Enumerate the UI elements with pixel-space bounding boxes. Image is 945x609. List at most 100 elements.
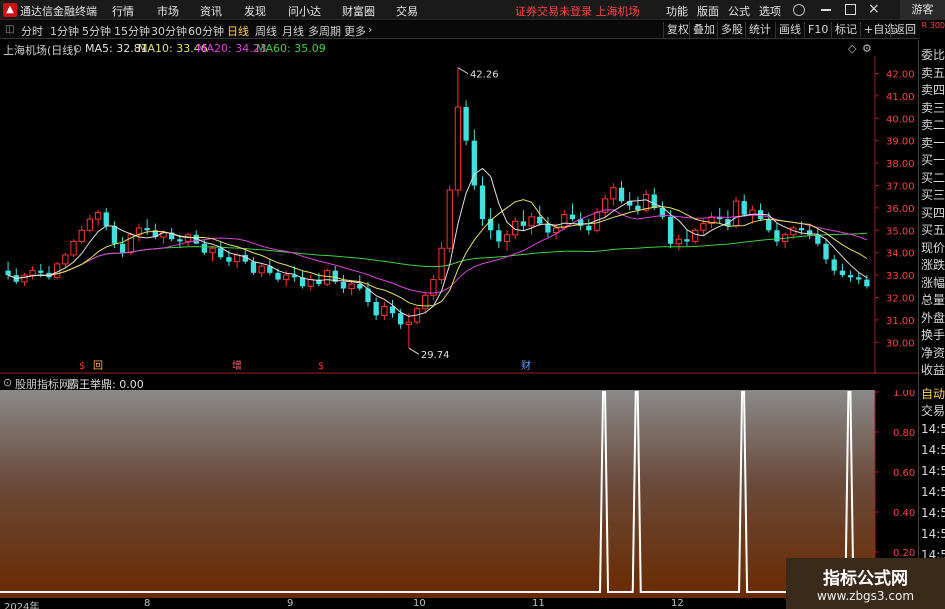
y-tick-label-3: 39.00 bbox=[886, 137, 915, 148]
overlay-button[interactable]: 叠加 bbox=[689, 22, 718, 38]
menu-market[interactable]: 市场 bbox=[157, 3, 179, 19]
candle-body-56 bbox=[463, 107, 469, 141]
candle-body-77 bbox=[635, 205, 641, 211]
sidebar-item-10[interactable]: 买五 bbox=[921, 221, 945, 238]
period-30min[interactable]: 30分钟 bbox=[151, 23, 187, 39]
sidebar-item-18[interactable]: 收益 bbox=[921, 361, 945, 378]
period-monthly[interactable]: 月线 bbox=[282, 23, 304, 39]
close-icon[interactable]: × bbox=[868, 1, 880, 17]
period-more[interactable]: 更多 bbox=[344, 23, 366, 39]
trade-login-notice[interactable]: 证券交易未登录 上海机场 bbox=[515, 3, 640, 19]
sidebar-item-8[interactable]: 买三 bbox=[921, 186, 945, 203]
minimize-icon[interactable] bbox=[821, 9, 831, 11]
indicator-chart[interactable]: 1.000.800.600.400.20 bbox=[0, 390, 918, 598]
candle-body-103 bbox=[847, 275, 854, 278]
sidebar-auto[interactable]: 自动 bbox=[921, 385, 945, 402]
candle-body-4 bbox=[38, 270, 44, 273]
draw-line-button[interactable]: 画线 bbox=[775, 22, 804, 38]
stats-button[interactable]: 统计 bbox=[745, 22, 774, 38]
candle-body-10 bbox=[86, 218, 94, 231]
menu-ask[interactable]: 问小达 bbox=[288, 3, 321, 19]
sidebar-item-4[interactable]: 卖二 bbox=[921, 116, 945, 133]
sidebar-item-6[interactable]: 买一 bbox=[921, 151, 945, 168]
sidebar-item-12[interactable]: 涨跌 bbox=[921, 256, 945, 273]
sidebar-item-17[interactable]: 净资 bbox=[921, 344, 945, 361]
ind-tick-label-1: 0.80 bbox=[893, 428, 915, 439]
menu-trade[interactable]: 交易 bbox=[396, 3, 418, 19]
indicator-toggle-icon[interactable]: ⊙ bbox=[3, 376, 12, 389]
candle-body-100 bbox=[823, 243, 829, 260]
main-chart-bg bbox=[0, 56, 918, 374]
diamond-icon[interactable]: ◇ bbox=[848, 42, 856, 55]
ma60-label: MA60: 35.09 bbox=[256, 42, 326, 55]
ma-toggle-icon[interactable]: ⊙ bbox=[73, 42, 82, 55]
period-60min[interactable]: 60分钟 bbox=[188, 23, 224, 39]
sidebar-time-3[interactable]: 14:56 bbox=[921, 485, 945, 499]
formula-button[interactable]: 公式 bbox=[728, 3, 750, 19]
multi-stock-button[interactable]: 多股 bbox=[717, 22, 746, 38]
toolbar-collapse-icon[interactable]: ◫ bbox=[5, 24, 14, 35]
sidebar-item-16[interactable]: 换手 bbox=[921, 326, 945, 343]
sidebar-item-1[interactable]: 卖五 bbox=[921, 64, 945, 81]
candle-body-55 bbox=[454, 106, 462, 191]
period-weekly[interactable]: 周线 bbox=[255, 23, 277, 39]
candle-body-3 bbox=[29, 270, 36, 276]
candle-body-41 bbox=[340, 281, 347, 289]
layout-button[interactable]: 版面 bbox=[697, 3, 719, 19]
candle-body-83 bbox=[684, 239, 690, 242]
refresh-icon[interactable] bbox=[793, 4, 805, 16]
period-5min[interactable]: 5分钟 bbox=[82, 23, 111, 39]
sidebar-item-13[interactable]: 涨幅 bbox=[921, 274, 945, 291]
sidebar-item-9[interactable]: 买四 bbox=[921, 204, 945, 221]
candle-body-79 bbox=[651, 194, 657, 208]
sidebar-time-5[interactable]: 14:56 bbox=[921, 527, 945, 541]
sidebar-item-7[interactable]: 买二 bbox=[921, 169, 945, 186]
sidebar-time-4[interactable]: 14:56 bbox=[921, 506, 945, 520]
period-multi[interactable]: 多周期 bbox=[308, 23, 341, 39]
sidebar-item-3[interactable]: 卖三 bbox=[921, 99, 945, 116]
function-button[interactable]: 功能 bbox=[666, 3, 688, 19]
sidebar-item-2[interactable]: 卖四 bbox=[921, 81, 945, 98]
period-1min[interactable]: 1分钟 bbox=[50, 23, 79, 39]
candle-body-99 bbox=[815, 234, 821, 244]
title-bar: ▲ 通达信金融终端 行情 市场 资讯 发现 问小达 财富圈 交易 证券交易未登录… bbox=[0, 0, 945, 20]
event-marker-1: 回 bbox=[93, 360, 103, 372]
adjust-button[interactable]: 复权 bbox=[663, 22, 692, 38]
y-tick-label-2: 40.00 bbox=[886, 114, 915, 125]
sidebar-item-5[interactable]: 卖一 bbox=[921, 134, 945, 151]
sidebar-item-15[interactable]: 外盘 bbox=[921, 309, 945, 326]
candle-body-88 bbox=[725, 219, 731, 226]
sidebar-trade[interactable]: 交易 bbox=[921, 402, 945, 419]
candle-body-74 bbox=[610, 187, 617, 200]
candle-body-94 bbox=[774, 230, 780, 242]
sidebar-time-1[interactable]: 14:56 bbox=[921, 443, 945, 457]
candle-body-17 bbox=[144, 228, 150, 231]
sidebar-time-0[interactable]: 14:56 bbox=[921, 422, 945, 436]
period-daily[interactable]: 日线 bbox=[227, 23, 249, 39]
sidebar-item-14[interactable]: 总量 bbox=[921, 291, 945, 308]
period-intraday[interactable]: 分时 bbox=[21, 23, 43, 39]
candle-body-8 bbox=[70, 240, 77, 256]
candle-body-93 bbox=[766, 219, 772, 231]
mark-button[interactable]: 标记 bbox=[831, 22, 860, 38]
f10-button[interactable]: F10 bbox=[804, 22, 831, 38]
candlestick-chart[interactable]: 42.00 41.00 40.00 39.00 38.00 37.00 36.00 35.00… bbox=[0, 56, 918, 374]
sidebar-item-11[interactable]: 现价 bbox=[921, 239, 945, 256]
menu-wealth[interactable]: 财富圈 bbox=[342, 3, 375, 19]
menu-news[interactable]: 资讯 bbox=[200, 3, 222, 19]
guest-button[interactable]: 游客 bbox=[900, 0, 945, 20]
period-toolbar: ◫ 分时 1分钟 5分钟 15分钟 30分钟 60分钟 日线 周线 月线 多周期… bbox=[0, 21, 920, 39]
period-15min[interactable]: 15分钟 bbox=[114, 23, 150, 39]
back-button[interactable]: 返回 bbox=[890, 22, 919, 38]
candle-body-66 bbox=[545, 223, 551, 233]
candle-body-7 bbox=[62, 254, 69, 265]
sidebar-item-0[interactable]: 委比 bbox=[921, 46, 945, 63]
gear-icon[interactable]: ⚙ bbox=[862, 42, 872, 55]
options-button[interactable]: 选项 bbox=[759, 3, 781, 19]
maximize-icon[interactable] bbox=[845, 4, 856, 15]
sidebar-time-2[interactable]: 14:56 bbox=[921, 464, 945, 478]
candle-body-81 bbox=[667, 216, 674, 244]
more-chevron-icon[interactable]: › bbox=[368, 23, 372, 36]
menu-quotes[interactable]: 行情 bbox=[112, 3, 134, 19]
menu-discover[interactable]: 发现 bbox=[244, 3, 266, 19]
